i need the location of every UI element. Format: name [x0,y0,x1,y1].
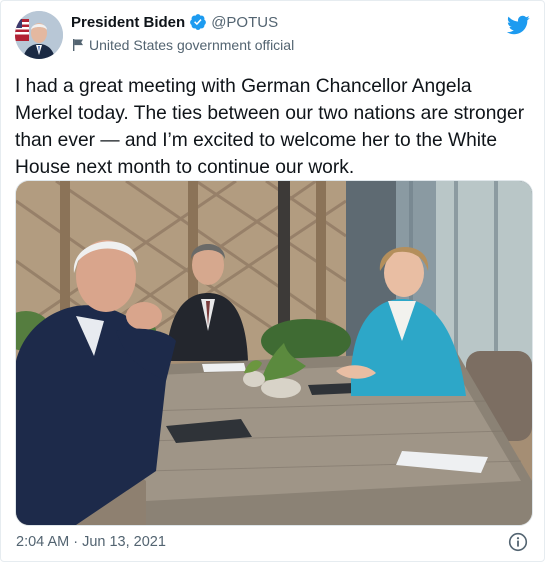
author-handle[interactable]: @POTUS [211,14,278,31]
info-icon[interactable] [508,532,528,552]
author-affiliation-row: United States government official [71,37,294,53]
tweet-card: President Biden @POTUS United States gov… [0,0,545,562]
photo-leaders-meeting-at-patio-table [16,181,532,525]
author-display-name[interactable]: President Biden [71,14,185,31]
author-name-row: President Biden @POTUS [71,13,278,31]
avatar-image [15,11,63,59]
twitter-bird-icon[interactable] [506,13,530,37]
author-avatar[interactable] [15,11,63,59]
tweet-text: I had a great meeting with German Chance… [15,76,525,178]
verified-badge-icon [190,14,207,30]
tweet-timestamp[interactable]: 2:04 AM · Jun 13, 2021 [16,534,166,550]
tweet-photo[interactable] [15,180,533,526]
government-flag-icon [73,39,83,51]
author-affiliation: United States government official [89,37,295,53]
